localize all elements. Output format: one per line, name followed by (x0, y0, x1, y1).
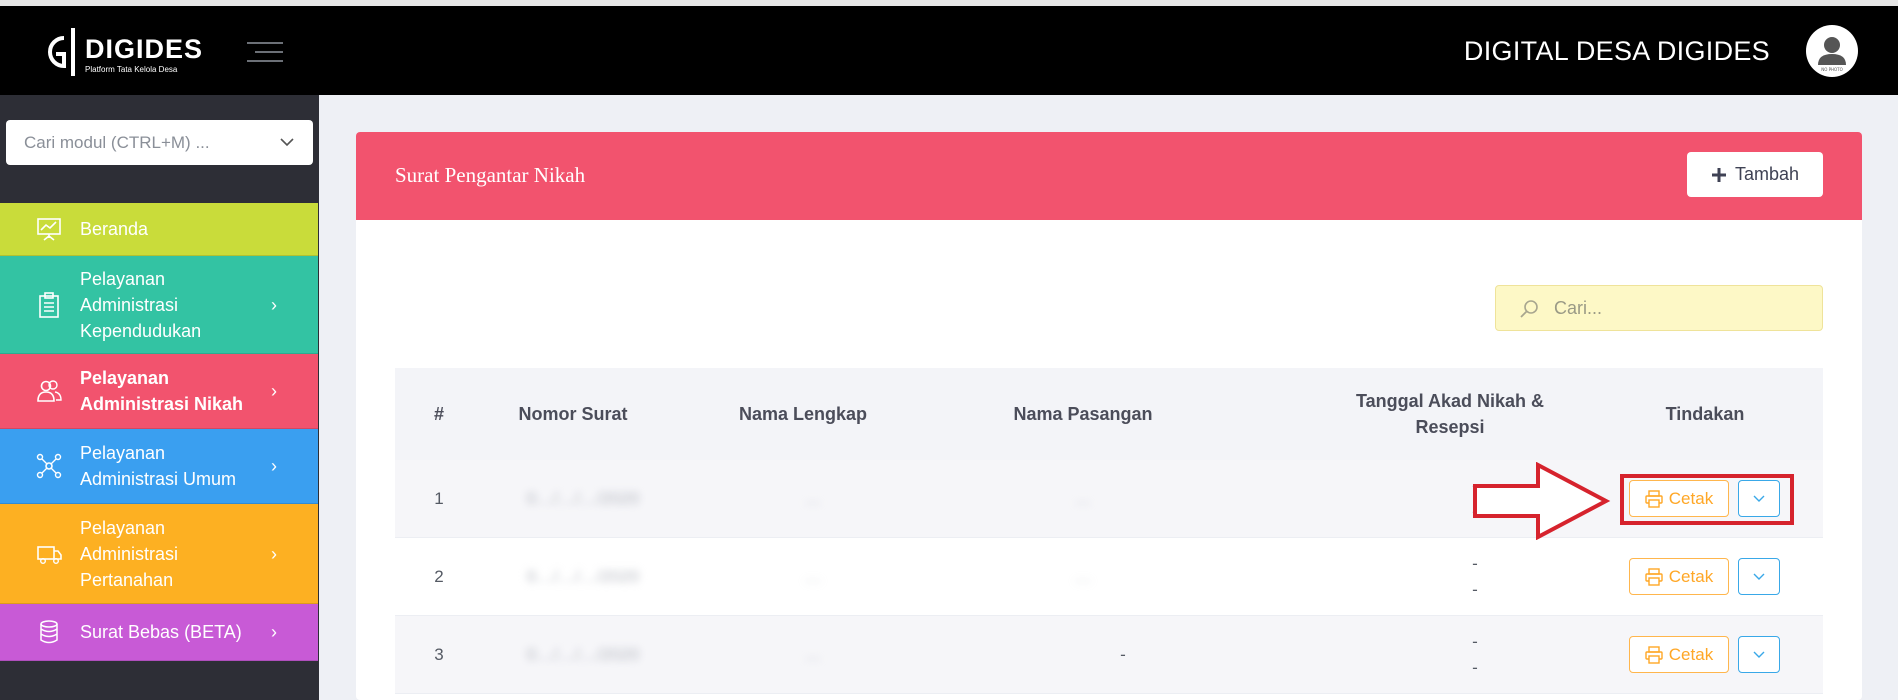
truck-icon (37, 545, 62, 564)
top-navbar: DIGIDES Platform Tata Kelola Desa DIGITA… (0, 6, 1898, 95)
sidebar-item-label: Pelayanan Administrasi Nikah (80, 368, 244, 414)
add-button[interactable]: Tambah (1687, 152, 1823, 197)
search-placeholder: Cari... (1554, 297, 1603, 318)
coins-stack-icon (40, 620, 58, 644)
cell-number: 2 (434, 567, 444, 586)
avatar[interactable]: NO PHOTO (1806, 25, 1858, 77)
sidebar-item-label: Surat Bebas (BETA) (80, 622, 242, 642)
chevron-down-icon (1753, 573, 1765, 580)
cell-nomor-surat: 0…/…/…/2020 (526, 567, 640, 586)
sidebar-item-surat-bebas[interactable]: Surat Bebas (BETA) › (0, 604, 318, 661)
card-header: Surat Pengantar Nikah Tambah (356, 132, 1862, 220)
chevron-right-icon: › (271, 622, 277, 642)
cetak-label: Cetak (1668, 644, 1714, 664)
cell-tanggal: -- (1472, 554, 1478, 599)
cell-nama-pasangan: - (1120, 645, 1126, 664)
chevron-right-icon: › (271, 543, 277, 564)
printer-icon (1645, 567, 1663, 586)
cetak-label: Cetak (1668, 566, 1714, 586)
col-header-nama-pasangan[interactable]: Nama Pasangan (943, 368, 1223, 460)
sidebar-item-label: Pelayanan Administrasi Kependudukan (80, 268, 202, 341)
cetak-button[interactable]: Cetak (1629, 558, 1729, 595)
sidebar-item-beranda[interactable]: Beranda (0, 203, 318, 256)
clipboard-list-icon (39, 291, 59, 318)
sidebar-item-label: Beranda (80, 219, 149, 239)
avatar-text: NO PHOTO (1821, 67, 1843, 72)
col-header-tanggal[interactable]: Tanggal Akad Nikah & Resepsi (1345, 368, 1555, 460)
table-row: 2 0…/…/…/2020 … … -- Cetak (395, 538, 1823, 616)
chevron-down-icon (280, 138, 294, 147)
sidebar-item-label: Pelayanan Administrasi Pertanahan (80, 517, 179, 590)
cetak-button[interactable]: Cetak (1629, 636, 1729, 673)
sidebar: Cari modul (CTRL+M) ... Beranda Pelayana… (0, 95, 319, 700)
chevron-right-icon: › (271, 456, 277, 476)
logo-tagline: Platform Tata Kelola Desa (85, 65, 178, 74)
chevron-right-icon: › (271, 294, 277, 315)
network-icon (36, 453, 62, 479)
add-button-label: Tambah (1734, 164, 1800, 184)
action-dropdown-button[interactable] (1738, 636, 1780, 673)
search-input[interactable]: Cari... (1495, 285, 1823, 331)
annotation-arrow-icon (1473, 462, 1611, 540)
chevron-right-icon: › (271, 381, 277, 401)
cell-number: 1 (434, 489, 444, 508)
user-placeholder-icon: NO PHOTO (1818, 37, 1846, 72)
annotation-highlight-box (1620, 474, 1794, 525)
printer-icon (1645, 645, 1663, 664)
chart-presentation-icon (37, 218, 61, 241)
cell-nama-pasangan: … (1074, 489, 1092, 508)
page-title: Surat Pengantar Nikah (395, 163, 586, 187)
sidebar-item-pertanahan[interactable]: Pelayanan Administrasi Pertanahan › (0, 504, 318, 604)
col-header-number[interactable]: # (395, 368, 483, 460)
cell-nama-lengkap: … (804, 567, 822, 586)
table-row: 3 0…/…/…/2020 … - -- Cetak (395, 616, 1823, 694)
cell-nomor-surat: 0…/…/…/2020 (526, 489, 640, 508)
col-header-nomor-surat[interactable]: Nomor Surat (483, 368, 663, 460)
sidebar-item-label: Pelayanan Administrasi Umum (80, 443, 237, 489)
action-dropdown-button[interactable] (1738, 558, 1780, 595)
cell-nama-pasangan: … (1074, 567, 1092, 586)
table-header: # Nomor Surat Nama Lengkap Nama Pasangan… (395, 368, 1823, 460)
cell-nama-lengkap: … (804, 645, 822, 664)
module-search-select[interactable]: Cari modul (CTRL+M) ... (6, 120, 313, 165)
cell-tanggal: -- (1472, 632, 1478, 677)
cell-nama-lengkap: … (804, 489, 822, 508)
logo-mark-icon (48, 28, 75, 76)
col-header-tindakan: Tindakan (1665, 404, 1745, 424)
chevron-down-icon (1753, 651, 1765, 658)
logo-name: DIGIDES (85, 34, 204, 64)
sidebar-item-kependudukan[interactable]: Pelayanan Administrasi Kependudukan › (0, 256, 318, 354)
search-icon (1520, 300, 1538, 318)
cell-number: 3 (434, 645, 444, 664)
users-icon (37, 380, 62, 402)
plus-icon (1711, 167, 1726, 182)
app-title: DIGITAL DESA DIGIDES (1463, 36, 1770, 66)
content-card: Surat Pengantar Nikah Tambah Cari... # N… (356, 132, 1862, 700)
sidebar-item-umum[interactable]: Pelayanan Administrasi Umum › (0, 429, 318, 504)
menu-toggle-icon[interactable] (247, 42, 283, 66)
digides-logo[interactable]: DIGIDES Platform Tata Kelola Desa (38, 22, 208, 82)
sidebar-item-nikah[interactable]: Pelayanan Administrasi Nikah › (0, 354, 318, 429)
cell-nomor-surat: 0…/…/…/2020 (526, 645, 640, 664)
col-header-nama-lengkap[interactable]: Nama Lengkap (663, 368, 943, 460)
module-search-placeholder: Cari modul (CTRL+M) ... (24, 132, 210, 152)
